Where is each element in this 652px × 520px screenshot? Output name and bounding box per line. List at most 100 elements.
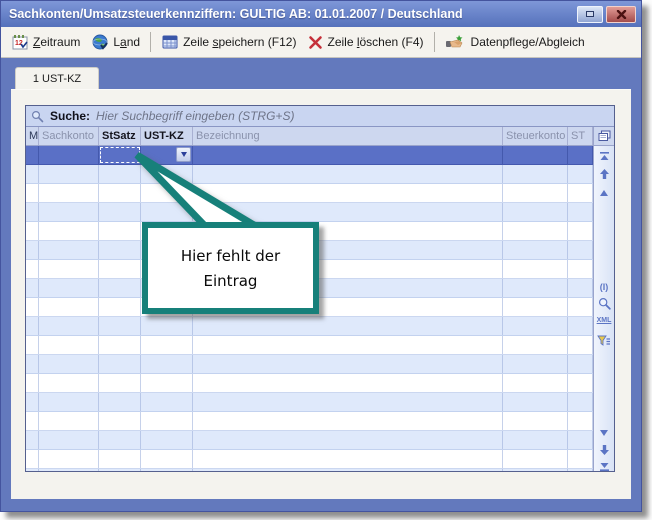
table-cell-m[interactable]	[26, 336, 39, 354]
table-cell-m[interactable]	[26, 260, 39, 278]
table-cell-bezeichnung[interactable]	[193, 146, 503, 164]
table-cell-sachkonto[interactable]	[39, 431, 99, 449]
filter-button[interactable]	[594, 334, 614, 348]
column-header-stsatz[interactable]: StSatz	[99, 127, 141, 145]
table-cell-stsatz[interactable]	[99, 241, 141, 259]
toolbar-button-datenpflege[interactable]: Datenpflege/Abgleich	[439, 31, 591, 53]
table-cell-ustkz[interactable]	[141, 203, 193, 221]
column-header-sachkonto[interactable]: Sachkonto	[39, 127, 99, 145]
table-cell-steuerkonto[interactable]	[503, 412, 568, 430]
table-cell-steuerkonto[interactable]	[503, 469, 568, 471]
table-cell-sachkonto[interactable]	[39, 165, 99, 183]
table-cell-sachkonto[interactable]	[39, 374, 99, 392]
table-cell-steuerkonto[interactable]	[503, 336, 568, 354]
table-cell-steuerkonto[interactable]	[503, 241, 568, 259]
table-cell-sachkonto[interactable]	[39, 146, 99, 164]
table-cell-bezeichnung[interactable]	[193, 412, 503, 430]
table-cell-steuerkonto[interactable]	[503, 165, 568, 183]
table-cell-sachkonto[interactable]	[39, 260, 99, 278]
prev-row-button[interactable]	[594, 186, 614, 200]
table-row[interactable]	[26, 336, 593, 355]
table-cell-m[interactable]	[26, 412, 39, 430]
table-cell-sachkonto[interactable]	[39, 355, 99, 373]
table-cell-m[interactable]	[26, 279, 39, 297]
table-cell-stsatz[interactable]	[99, 279, 141, 297]
table-cell-m[interactable]	[26, 469, 39, 471]
toolbar-button-zeile-loeschen[interactable]: Zeile löschen (F4)	[302, 32, 429, 53]
column-chooser-button[interactable]	[594, 127, 614, 146]
table-row[interactable]	[26, 374, 593, 393]
table-cell-st[interactable]	[568, 450, 593, 468]
table-cell-st[interactable]	[568, 184, 593, 202]
table-cell-st[interactable]	[568, 431, 593, 449]
table-cell-sachkonto[interactable]	[39, 203, 99, 221]
table-cell-st[interactable]	[568, 146, 593, 164]
table-row[interactable]	[26, 317, 593, 336]
table-row[interactable]	[26, 450, 593, 469]
table-row[interactable]	[26, 355, 593, 374]
table-cell-m[interactable]	[26, 355, 39, 373]
title-bar[interactable]: Sachkonten/Umsatzsteuerkennziffern: GULT…	[1, 1, 641, 27]
search-input[interactable]: Suche: Hier Suchbegriff eingeben (STRG+S…	[26, 106, 614, 127]
xml-button[interactable]: XML	[594, 313, 614, 327]
table-cell-stsatz[interactable]	[99, 431, 141, 449]
table-cell-ustkz[interactable]	[141, 146, 193, 164]
table-cell-steuerkonto[interactable]	[503, 222, 568, 240]
table-cell-stsatz[interactable]	[99, 450, 141, 468]
table-cell-steuerkonto[interactable]	[503, 203, 568, 221]
table-cell-steuerkonto[interactable]	[503, 450, 568, 468]
table-cell-sachkonto[interactable]	[39, 450, 99, 468]
table-cell-st[interactable]	[568, 412, 593, 430]
table-cell-steuerkonto[interactable]	[503, 374, 568, 392]
table-cell-bezeichnung[interactable]	[193, 374, 503, 392]
table-cell-steuerkonto[interactable]	[503, 146, 568, 164]
table-cell-bezeichnung[interactable]	[193, 203, 503, 221]
table-cell-stsatz[interactable]	[99, 336, 141, 354]
table-cell-stsatz[interactable]	[99, 412, 141, 430]
table-cell-st[interactable]	[568, 222, 593, 240]
toolbar-button-land[interactable]: Land	[86, 31, 146, 54]
table-row[interactable]	[26, 412, 593, 431]
table-cell-sachkonto[interactable]	[39, 279, 99, 297]
table-cell-sachkonto[interactable]	[39, 222, 99, 240]
table-cell-st[interactable]	[568, 298, 593, 316]
table-cell-sachkonto[interactable]	[39, 336, 99, 354]
table-cell-bezeichnung[interactable]	[193, 184, 503, 202]
table-cell-stsatz[interactable]	[99, 203, 141, 221]
table-cell-sachkonto[interactable]	[39, 184, 99, 202]
table-cell-stsatz[interactable]	[99, 374, 141, 392]
zoom-row-button[interactable]	[594, 296, 614, 310]
table-cell-st[interactable]	[568, 355, 593, 373]
table-cell-st[interactable]	[568, 374, 593, 392]
table-cell-ustkz[interactable]	[141, 184, 193, 202]
scroll-top-button[interactable]	[594, 149, 614, 163]
table-row[interactable]	[26, 469, 593, 471]
table-cell-ustkz[interactable]	[141, 393, 193, 411]
table-cell-st[interactable]	[568, 393, 593, 411]
table-cell-st[interactable]	[568, 241, 593, 259]
table-cell-st[interactable]	[568, 279, 593, 297]
table-row[interactable]	[26, 393, 593, 412]
table-cell-st[interactable]	[568, 469, 593, 471]
table-cell-st[interactable]	[568, 203, 593, 221]
side-strip-track[interactable]: (I) XML	[594, 146, 614, 471]
column-header-st[interactable]: ST	[568, 127, 593, 145]
table-cell-st[interactable]	[568, 260, 593, 278]
table-cell-m[interactable]	[26, 317, 39, 335]
table-cell-st[interactable]	[568, 336, 593, 354]
table-cell-stsatz[interactable]	[99, 222, 141, 240]
table-cell-stsatz[interactable]	[99, 260, 141, 278]
table-cell-sachkonto[interactable]	[39, 393, 99, 411]
table-row[interactable]	[26, 165, 593, 184]
table-cell-m[interactable]	[26, 393, 39, 411]
table-cell-st[interactable]	[568, 165, 593, 183]
move-up-button[interactable]	[594, 167, 614, 181]
column-header-bezeichnung[interactable]: Bezeichnung	[193, 127, 503, 145]
table-row[interactable]	[26, 431, 593, 450]
column-header-m[interactable]: M	[26, 127, 39, 145]
table-cell-m[interactable]	[26, 450, 39, 468]
scroll-bottom-button[interactable]	[594, 459, 614, 471]
next-row-button[interactable]	[594, 426, 614, 440]
table-cell-ustkz[interactable]	[141, 374, 193, 392]
aggregate-button[interactable]: (I)	[594, 280, 614, 294]
